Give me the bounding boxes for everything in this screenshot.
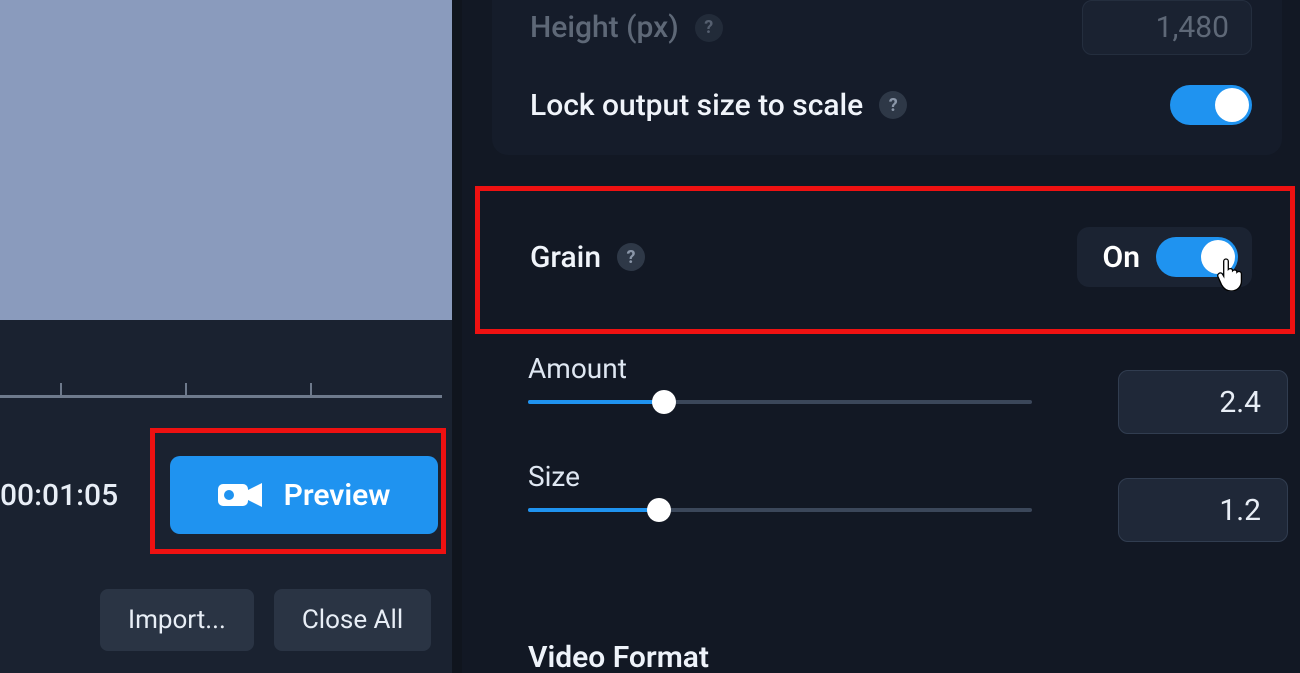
height-value-box[interactable]: 1,480: [1082, 0, 1252, 55]
timeline-tick: [185, 383, 187, 398]
close-all-button-label: Close All: [302, 605, 403, 635]
grain-toggle[interactable]: [1156, 237, 1238, 277]
timeline-tick: [310, 383, 312, 398]
amount-slider-thumb[interactable]: [652, 390, 676, 414]
grain-header: Grain ? On: [530, 192, 1252, 322]
amount-value: 2.4: [1219, 385, 1261, 420]
bottom-button-row: Import... Close All: [0, 585, 452, 655]
grain-group: Grain ? On: [492, 192, 1282, 322]
grain-label: Grain: [530, 240, 601, 275]
timeline-track: [0, 395, 442, 398]
toggle-knob: [1201, 240, 1235, 274]
amount-slider-fill: [528, 400, 664, 404]
timeline-tick: [60, 383, 62, 398]
import-button-label: Import...: [128, 605, 226, 635]
help-icon[interactable]: ?: [617, 243, 645, 271]
video-format-heading: Video Format: [528, 640, 709, 673]
amount-label: Amount: [528, 352, 627, 385]
height-label-wrap: Height (px) ?: [530, 10, 723, 45]
lock-label: Lock output size to scale: [530, 88, 863, 123]
height-row: Height (px) ? 1,480: [530, 0, 1252, 55]
toggle-knob: [1215, 88, 1249, 122]
output-size-group: Height (px) ? 1,480 Lock output size to …: [492, 0, 1282, 155]
size-slider-fill: [528, 508, 659, 512]
preview-viewport[interactable]: [0, 0, 452, 320]
grain-label-wrap: Grain ?: [530, 240, 645, 275]
import-button[interactable]: Import...: [100, 589, 254, 651]
lock-row: Lock output size to scale ?: [530, 65, 1252, 145]
size-slider-thumb[interactable]: [647, 498, 671, 522]
lock-label-wrap: Lock output size to scale ?: [530, 88, 907, 123]
timecode-display: 00:01:05: [0, 478, 150, 513]
timeline[interactable]: [0, 375, 452, 405]
settings-panel: Height (px) ? 1,480 Lock output size to …: [462, 0, 1300, 673]
preview-button-label: Preview: [284, 478, 391, 513]
size-slider-row: Size 1.2: [528, 460, 1288, 540]
camera-icon: [218, 480, 262, 510]
amount-value-box[interactable]: 2.4: [1118, 370, 1288, 434]
amount-slider-row: Amount 2.4: [528, 352, 1288, 432]
close-all-button[interactable]: Close All: [274, 589, 431, 651]
preview-row: 00:01:05 Preview: [0, 450, 452, 540]
size-value: 1.2: [1219, 493, 1261, 528]
size-value-box[interactable]: 1.2: [1118, 478, 1288, 542]
height-value: 1,480: [1156, 10, 1229, 45]
left-panel: 00:01:05 Preview Import... Close All: [0, 0, 452, 673]
lock-toggle[interactable]: [1170, 85, 1252, 125]
preview-button[interactable]: Preview: [170, 456, 438, 534]
grain-state-label: On: [1103, 240, 1140, 275]
grain-toggle-wrap: On: [1077, 227, 1252, 287]
help-icon[interactable]: ?: [879, 91, 907, 119]
height-label: Height (px): [530, 10, 679, 45]
help-icon[interactable]: ?: [695, 14, 723, 42]
size-label: Size: [528, 460, 580, 493]
